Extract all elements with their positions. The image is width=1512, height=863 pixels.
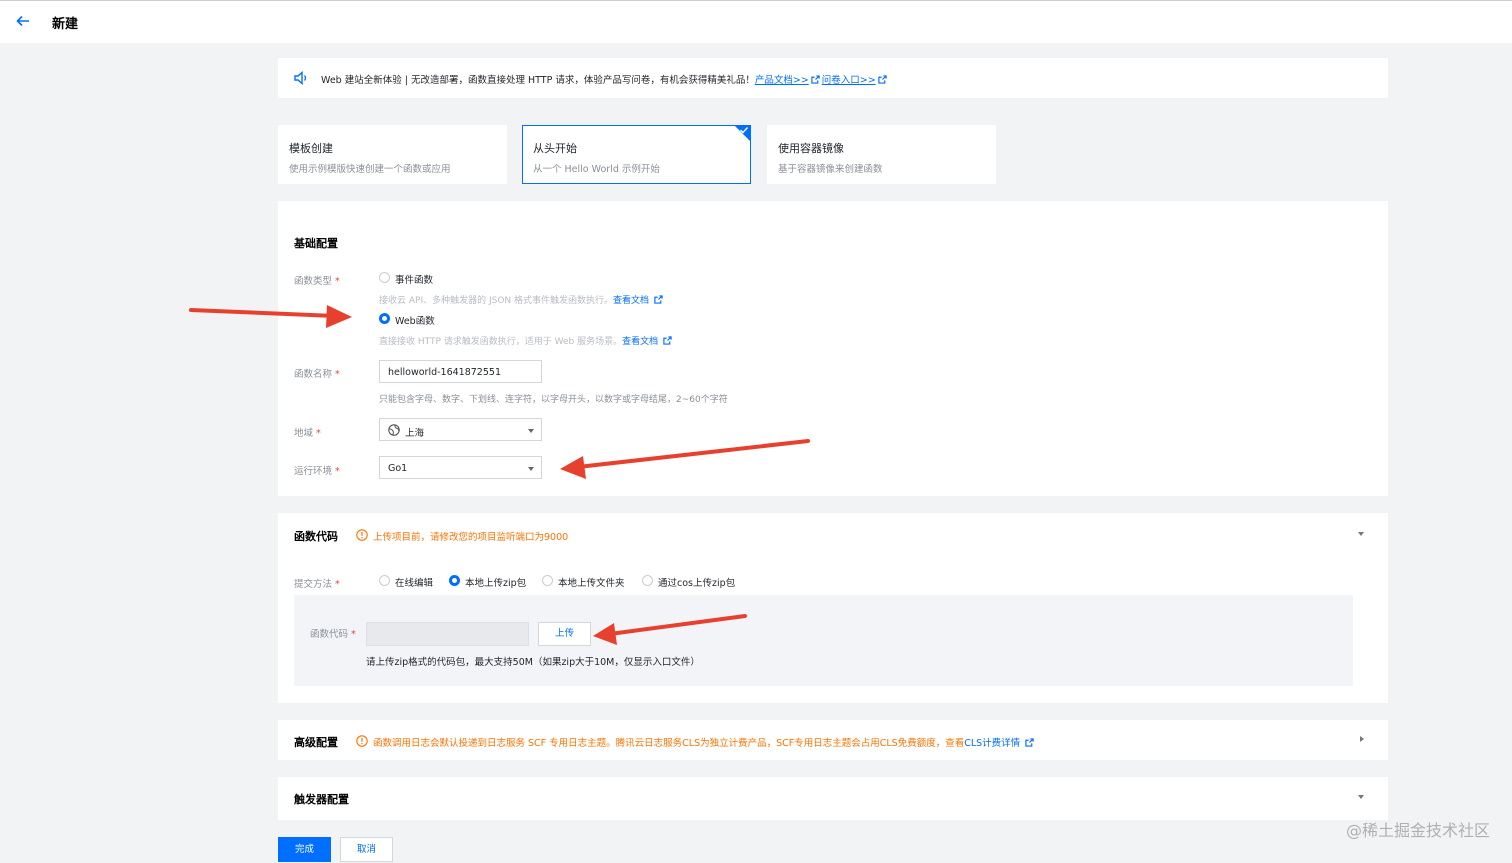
- submit-method-label: 提交方法 *: [294, 579, 340, 590]
- warning-icon: [356, 735, 368, 747]
- external-link-icon: [811, 75, 820, 84]
- func-type-label: 函数类型 *: [294, 276, 340, 287]
- card-desc: 从一个 Hello World 示例开始: [533, 164, 660, 175]
- product-doc-link[interactable]: 产品文档>>: [755, 75, 809, 86]
- method-label[interactable]: 本地上传zip包: [465, 575, 526, 589]
- expand-toggle[interactable]: [1360, 736, 1364, 742]
- template-card-container[interactable]: 使用容器镜像 基于容器镜像来创建函数: [767, 125, 996, 184]
- func-name-input[interactable]: helloworld-1641872551: [379, 360, 542, 383]
- method-online-edit-radio[interactable]: [379, 575, 390, 586]
- function-code-panel: 函数代码 上传项目前，请修改您的项目监听端口为9000 提交方法 * 在线编辑 本…: [278, 513, 1388, 703]
- event-function-radio[interactable]: [379, 272, 390, 283]
- web-function-radio[interactable]: [379, 313, 390, 324]
- method-label[interactable]: 通过cos上传zip包: [658, 575, 735, 589]
- event-function-label[interactable]: 事件函数: [395, 272, 433, 286]
- cancel-button[interactable]: 取消: [340, 837, 393, 862]
- notice-text-line: Web 建站全新体验 | 无改造部署，函数直接处理 HTTP 请求，体验产品写问…: [321, 72, 889, 86]
- upload-file-field[interactable]: [366, 622, 529, 646]
- trigger-config-panel[interactable]: 触发器配置: [278, 777, 1388, 820]
- external-link-icon: [654, 295, 663, 304]
- globe-icon: [388, 424, 400, 436]
- external-link-icon: [877, 75, 887, 84]
- runtime-label: 运行环境 *: [294, 466, 340, 477]
- card-title: 模板创建: [289, 142, 333, 155]
- template-card-scratch[interactable]: 从头开始 从一个 Hello World 示例开始: [522, 125, 751, 184]
- basic-config-title: 基础配置: [294, 237, 338, 250]
- external-link-icon: [1025, 738, 1034, 747]
- check-icon: [740, 127, 749, 134]
- region-label: 地域 *: [294, 428, 321, 439]
- func-name-hint: 只能包含字母、数字、下划线、连字符，以字母开头，以数字或字母结尾，2~60个字符: [379, 395, 728, 405]
- top-bar: 新建: [0, 0, 1512, 43]
- method-cos-zip-radio[interactable]: [642, 575, 653, 586]
- runtime-value: Go1: [388, 463, 408, 474]
- region-select[interactable]: 上海: [379, 418, 542, 441]
- collapse-toggle[interactable]: [1358, 532, 1364, 536]
- code-label: 函数代码 *: [310, 629, 356, 640]
- advanced-config-title: 高级配置: [294, 736, 338, 749]
- view-doc-link[interactable]: 查看文档: [622, 337, 658, 347]
- view-doc-link[interactable]: 查看文档: [613, 296, 649, 306]
- card-title: 使用容器镜像: [778, 142, 844, 155]
- method-local-zip-radio[interactable]: [449, 575, 460, 586]
- card-desc: 基于容器镜像来创建函数: [778, 164, 883, 175]
- chevron-down-icon: [528, 467, 534, 471]
- warning-icon: [356, 529, 368, 541]
- notice-banner: Web 建站全新体验 | 无改造部署，函数直接处理 HTTP 请求，体验产品写问…: [278, 58, 1388, 98]
- watermark: @稀土掘金技术社区: [1345, 821, 1490, 840]
- notice-text: Web 建站全新体验 | 无改造部署，函数直接处理 HTTP 请求，体验产品写问…: [321, 75, 755, 86]
- upload-tip: 请上传zip格式的代码包，最大支持50M（如果zip大于10M，仅显示入口文件）: [366, 657, 700, 668]
- region-value: 上海: [405, 428, 425, 439]
- method-label[interactable]: 在线编辑: [395, 575, 433, 589]
- web-function-label[interactable]: Web函数: [395, 313, 435, 327]
- survey-link[interactable]: 问卷入口>>: [822, 75, 876, 86]
- trigger-config-title: 触发器配置: [294, 793, 349, 806]
- back-arrow-icon[interactable]: [14, 12, 32, 30]
- log-warning: 函数调用日志会默认投递到日志服务 SCF 专用日志主题。腾讯云日志服务CLS为独…: [373, 735, 1036, 749]
- web-function-hint: 直接接收 HTTP 请求触发函数执行，适用于 Web 服务场景。查看文档: [379, 334, 674, 347]
- function-code-title: 函数代码: [294, 530, 338, 543]
- external-link-icon: [663, 336, 672, 345]
- method-local-folder-radio[interactable]: [542, 575, 553, 586]
- event-function-hint: 接收云 API、多种触发器的 JSON 格式事件触发函数执行。查看文档: [379, 293, 665, 306]
- advanced-config-panel[interactable]: 高级配置 函数调用日志会默认投递到日志服务 SCF 专用日志主题。腾讯云日志服务…: [278, 720, 1388, 760]
- basic-config-panel: 基础配置 函数类型 * 事件函数 接收云 API、多种触发器的 JSON 格式事件…: [278, 201, 1388, 496]
- upload-area: 函数代码 * 上传 请上传zip格式的代码包，最大支持50M（如果zip大于10M…: [294, 595, 1353, 686]
- upload-button[interactable]: 上传: [538, 622, 591, 646]
- cls-billing-link[interactable]: CLS计费详情: [964, 738, 1020, 749]
- speaker-icon: [294, 71, 307, 85]
- chevron-down-icon: [528, 429, 534, 433]
- card-desc: 使用示例模版快速创建一个函数或应用: [289, 164, 451, 175]
- method-label[interactable]: 本地上传文件夹: [558, 575, 625, 589]
- template-card-template[interactable]: 模板创建 使用示例模版快速创建一个函数或应用: [278, 125, 507, 184]
- card-title: 从头开始: [533, 142, 577, 155]
- port-warning: 上传项目前，请修改您的项目监听端口为9000: [373, 532, 569, 543]
- func-name-label: 函数名称 *: [294, 369, 340, 380]
- expand-toggle[interactable]: [1358, 795, 1364, 799]
- runtime-select[interactable]: Go1: [379, 456, 542, 479]
- confirm-button[interactable]: 完成: [278, 837, 331, 862]
- page-title: 新建: [52, 17, 79, 32]
